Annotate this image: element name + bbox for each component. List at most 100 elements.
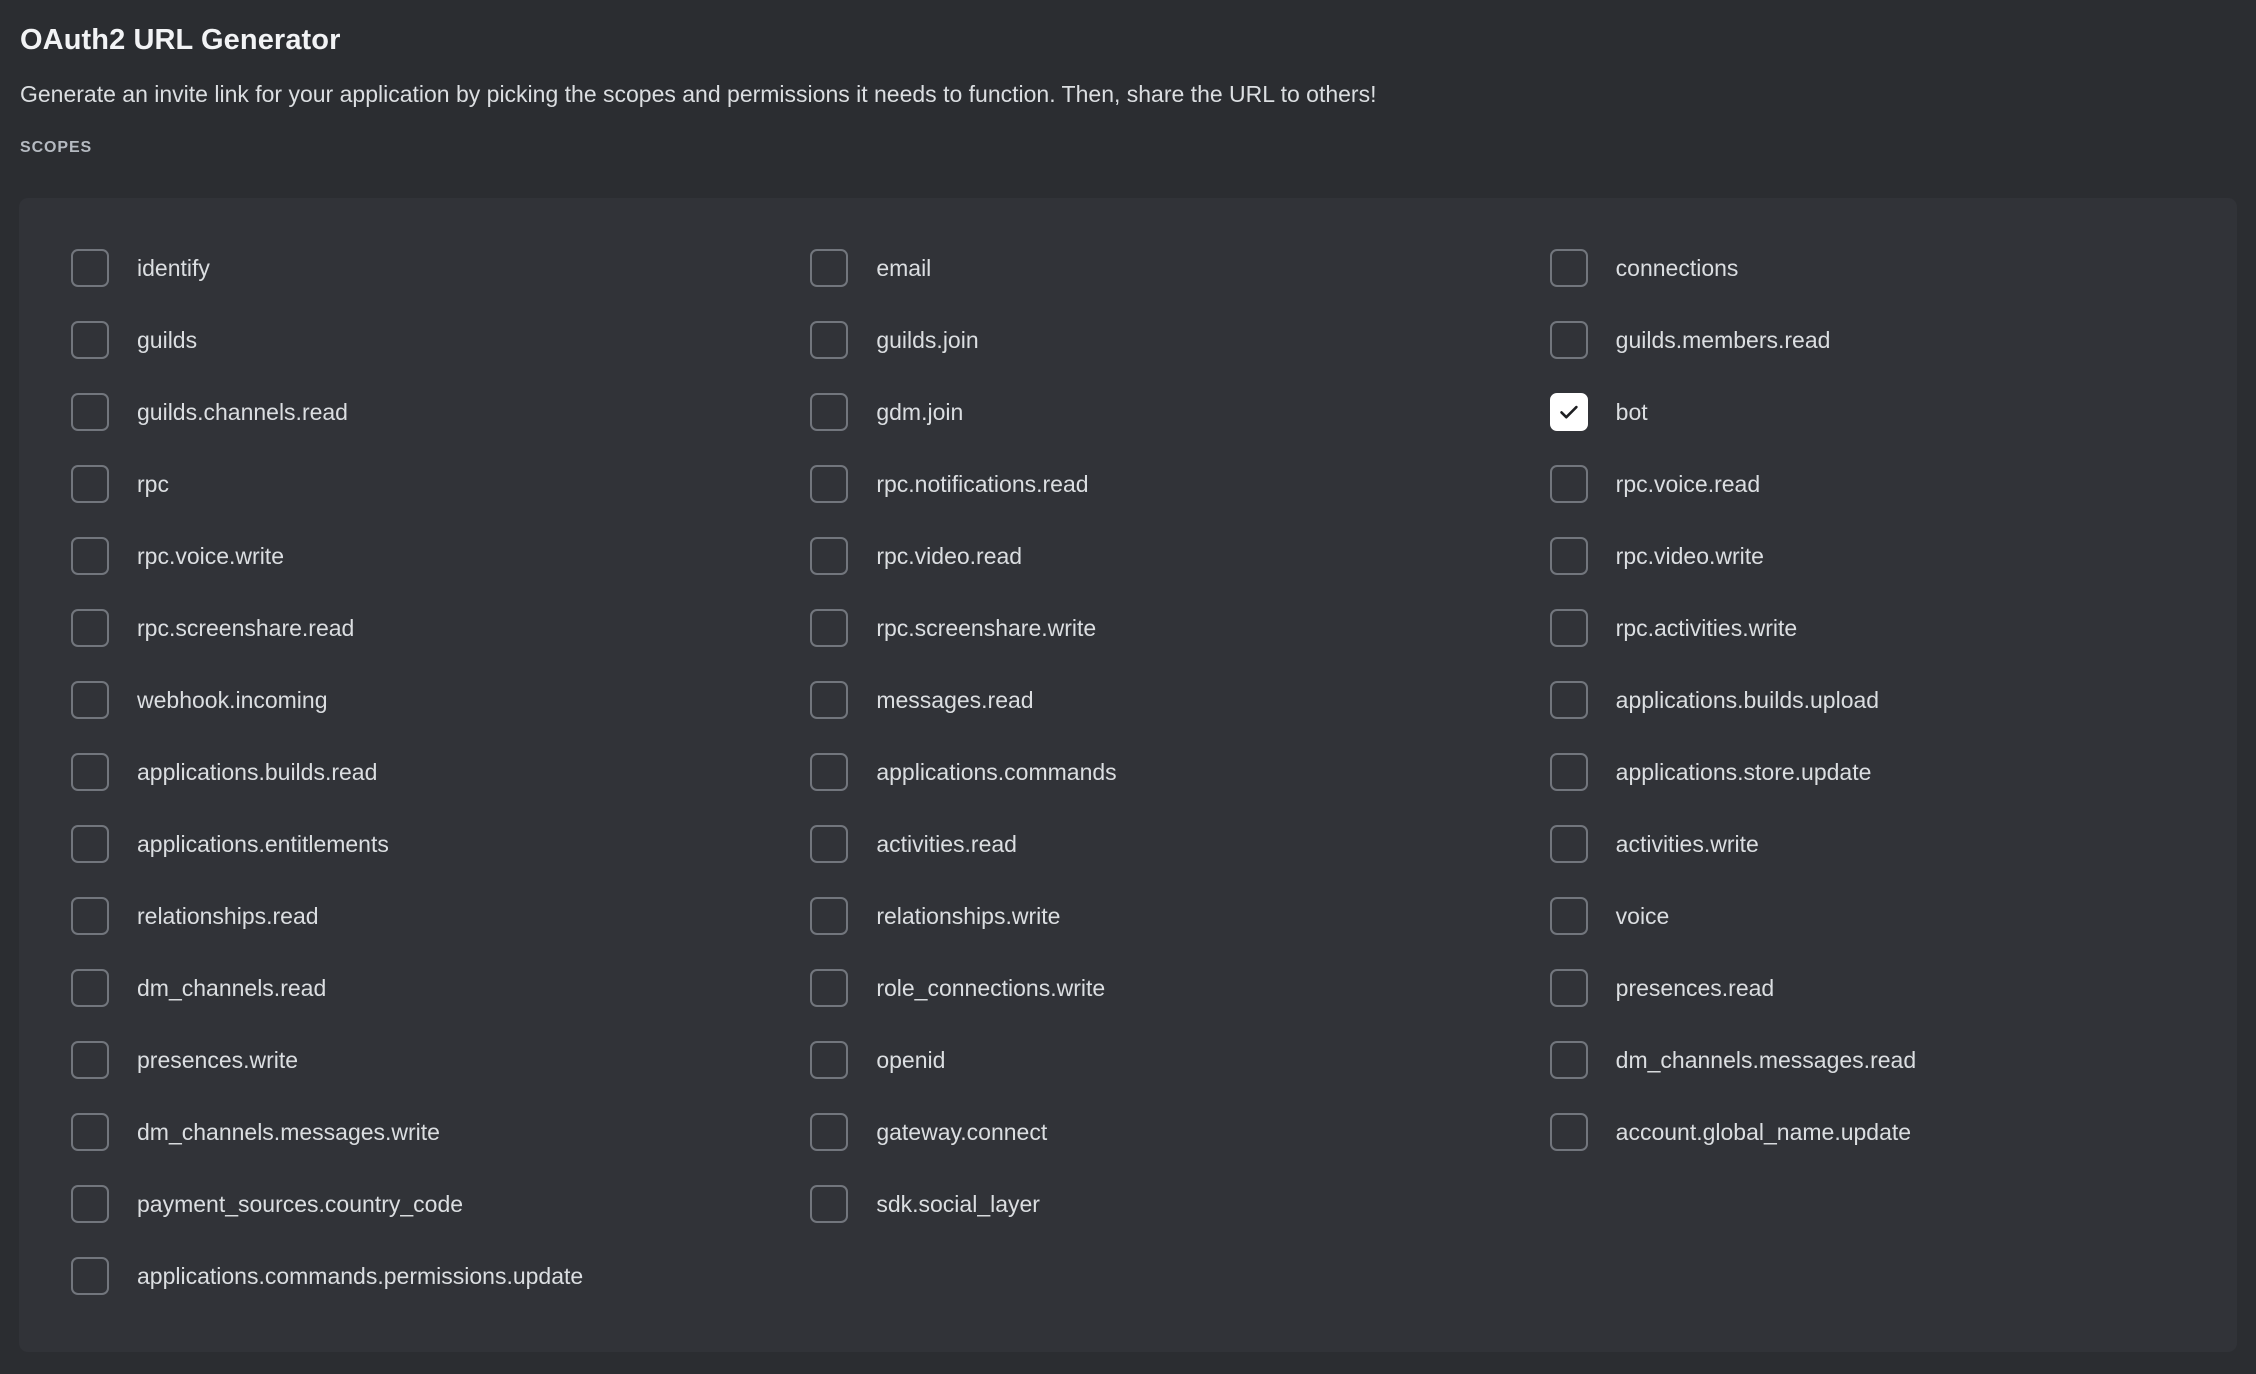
checkbox-unchecked-icon[interactable] — [71, 465, 109, 503]
checkbox-unchecked-icon[interactable] — [1550, 1041, 1588, 1079]
scope-row[interactable]: dm_channels.messages.write — [19, 1096, 758, 1168]
checkbox-unchecked-icon[interactable] — [810, 969, 848, 1007]
checkbox-unchecked-icon[interactable] — [810, 825, 848, 863]
scope-row[interactable]: applications.builds.read — [19, 736, 758, 808]
scope-row[interactable]: rpc.activities.write — [1498, 592, 2237, 664]
checkbox-unchecked-icon[interactable] — [810, 1185, 848, 1223]
checkbox-unchecked-icon[interactable] — [810, 393, 848, 431]
checkbox-unchecked-icon[interactable] — [810, 681, 848, 719]
checkbox-unchecked-icon[interactable] — [1550, 825, 1588, 863]
scope-row[interactable]: gdm.join — [758, 376, 1497, 448]
scope-row[interactable]: presences.read — [1498, 952, 2237, 1024]
scope-row[interactable]: dm_channels.read — [19, 952, 758, 1024]
checkbox-unchecked-icon[interactable] — [810, 897, 848, 935]
scope-row[interactable]: rpc.screenshare.write — [758, 592, 1497, 664]
scope-row[interactable]: email — [758, 232, 1497, 304]
scope-row[interactable]: bot — [1498, 376, 2237, 448]
checkbox-unchecked-icon[interactable] — [1550, 609, 1588, 647]
scope-label: rpc.notifications.read — [876, 469, 1088, 499]
scope-row[interactable]: messages.read — [758, 664, 1497, 736]
scope-label: connections — [1616, 253, 1739, 283]
scope-row[interactable]: openid — [758, 1024, 1497, 1096]
checkbox-unchecked-icon[interactable] — [71, 393, 109, 431]
checkbox-unchecked-icon[interactable] — [1550, 753, 1588, 791]
scope-row[interactable]: rpc.voice.write — [19, 520, 758, 592]
scope-row[interactable]: role_connections.write — [758, 952, 1497, 1024]
scope-row[interactable]: rpc.screenshare.read — [19, 592, 758, 664]
scope-row[interactable]: account.global_name.update — [1498, 1096, 2237, 1168]
checkbox-unchecked-icon[interactable] — [1550, 321, 1588, 359]
checkbox-unchecked-icon[interactable] — [1550, 537, 1588, 575]
checkbox-unchecked-icon[interactable] — [71, 249, 109, 287]
checkbox-unchecked-icon[interactable] — [810, 249, 848, 287]
scope-label: guilds.channels.read — [137, 397, 348, 427]
checkbox-unchecked-icon[interactable] — [71, 825, 109, 863]
scope-label: rpc — [137, 469, 169, 499]
checkbox-unchecked-icon[interactable] — [810, 465, 848, 503]
checkbox-unchecked-icon[interactable] — [71, 321, 109, 359]
scope-row[interactable]: applications.entitlements — [19, 808, 758, 880]
scope-label: rpc.screenshare.write — [876, 613, 1096, 643]
checkbox-unchecked-icon[interactable] — [1550, 465, 1588, 503]
scope-row[interactable]: rpc.video.write — [1498, 520, 2237, 592]
scope-label: account.global_name.update — [1616, 1117, 1911, 1147]
scope-row[interactable]: rpc — [19, 448, 758, 520]
checkbox-unchecked-icon[interactable] — [1550, 1113, 1588, 1151]
scope-row[interactable]: presences.write — [19, 1024, 758, 1096]
scope-row[interactable]: guilds.members.read — [1498, 304, 2237, 376]
scope-label: rpc.activities.write — [1616, 613, 1797, 643]
scope-label: applications.store.update — [1616, 757, 1872, 787]
scope-row[interactable]: rpc.voice.read — [1498, 448, 2237, 520]
checkbox-unchecked-icon[interactable] — [1550, 681, 1588, 719]
checkbox-unchecked-icon[interactable] — [810, 609, 848, 647]
scope-row[interactable]: guilds — [19, 304, 758, 376]
scope-label: applications.builds.read — [137, 757, 377, 787]
scope-row[interactable]: webhook.incoming — [19, 664, 758, 736]
scope-row[interactable]: applications.commands.permissions.update — [19, 1240, 758, 1312]
scope-label: relationships.write — [876, 901, 1060, 931]
checkbox-unchecked-icon[interactable] — [71, 537, 109, 575]
checkbox-unchecked-icon[interactable] — [810, 321, 848, 359]
scope-row[interactable]: payment_sources.country_code — [19, 1168, 758, 1240]
checkbox-unchecked-icon[interactable] — [1550, 897, 1588, 935]
scope-label: sdk.social_layer — [876, 1189, 1040, 1219]
checkbox-unchecked-icon[interactable] — [71, 1257, 109, 1295]
checkbox-unchecked-icon[interactable] — [71, 1041, 109, 1079]
checkbox-unchecked-icon[interactable] — [810, 753, 848, 791]
checkbox-unchecked-icon[interactable] — [1550, 969, 1588, 1007]
scope-row[interactable]: voice — [1498, 880, 2237, 952]
scope-row[interactable]: rpc.video.read — [758, 520, 1497, 592]
scope-label: rpc.video.read — [876, 541, 1022, 571]
scope-row[interactable]: connections — [1498, 232, 2237, 304]
checkbox-unchecked-icon[interactable] — [71, 1113, 109, 1151]
scope-label: guilds.join — [876, 325, 978, 355]
checkbox-unchecked-icon[interactable] — [71, 969, 109, 1007]
checkbox-unchecked-icon[interactable] — [71, 609, 109, 647]
scope-label: activities.read — [876, 829, 1017, 859]
checkbox-unchecked-icon[interactable] — [71, 897, 109, 935]
checkbox-checked-icon[interactable] — [1550, 393, 1588, 431]
scope-row[interactable]: rpc.notifications.read — [758, 448, 1497, 520]
scope-row[interactable]: relationships.write — [758, 880, 1497, 952]
scope-row[interactable]: activities.write — [1498, 808, 2237, 880]
scope-row[interactable]: guilds.channels.read — [19, 376, 758, 448]
checkbox-unchecked-icon[interactable] — [71, 1185, 109, 1223]
scope-row[interactable]: identify — [19, 232, 758, 304]
scope-label: dm_channels.read — [137, 973, 326, 1003]
checkbox-unchecked-icon[interactable] — [71, 753, 109, 791]
checkbox-unchecked-icon[interactable] — [810, 1041, 848, 1079]
scope-row[interactable]: gateway.connect — [758, 1096, 1497, 1168]
checkbox-unchecked-icon[interactable] — [71, 681, 109, 719]
scope-row[interactable]: dm_channels.messages.read — [1498, 1024, 2237, 1096]
checkbox-unchecked-icon[interactable] — [810, 537, 848, 575]
scope-row[interactable]: activities.read — [758, 808, 1497, 880]
scope-row[interactable]: sdk.social_layer — [758, 1168, 1497, 1240]
checkbox-unchecked-icon[interactable] — [810, 1113, 848, 1151]
scope-row[interactable]: applications.builds.upload — [1498, 664, 2237, 736]
scope-row[interactable]: relationships.read — [19, 880, 758, 952]
scope-label: gdm.join — [876, 397, 963, 427]
scope-row[interactable]: applications.commands — [758, 736, 1497, 808]
scope-row[interactable]: applications.store.update — [1498, 736, 2237, 808]
checkbox-unchecked-icon[interactable] — [1550, 249, 1588, 287]
scope-row[interactable]: guilds.join — [758, 304, 1497, 376]
